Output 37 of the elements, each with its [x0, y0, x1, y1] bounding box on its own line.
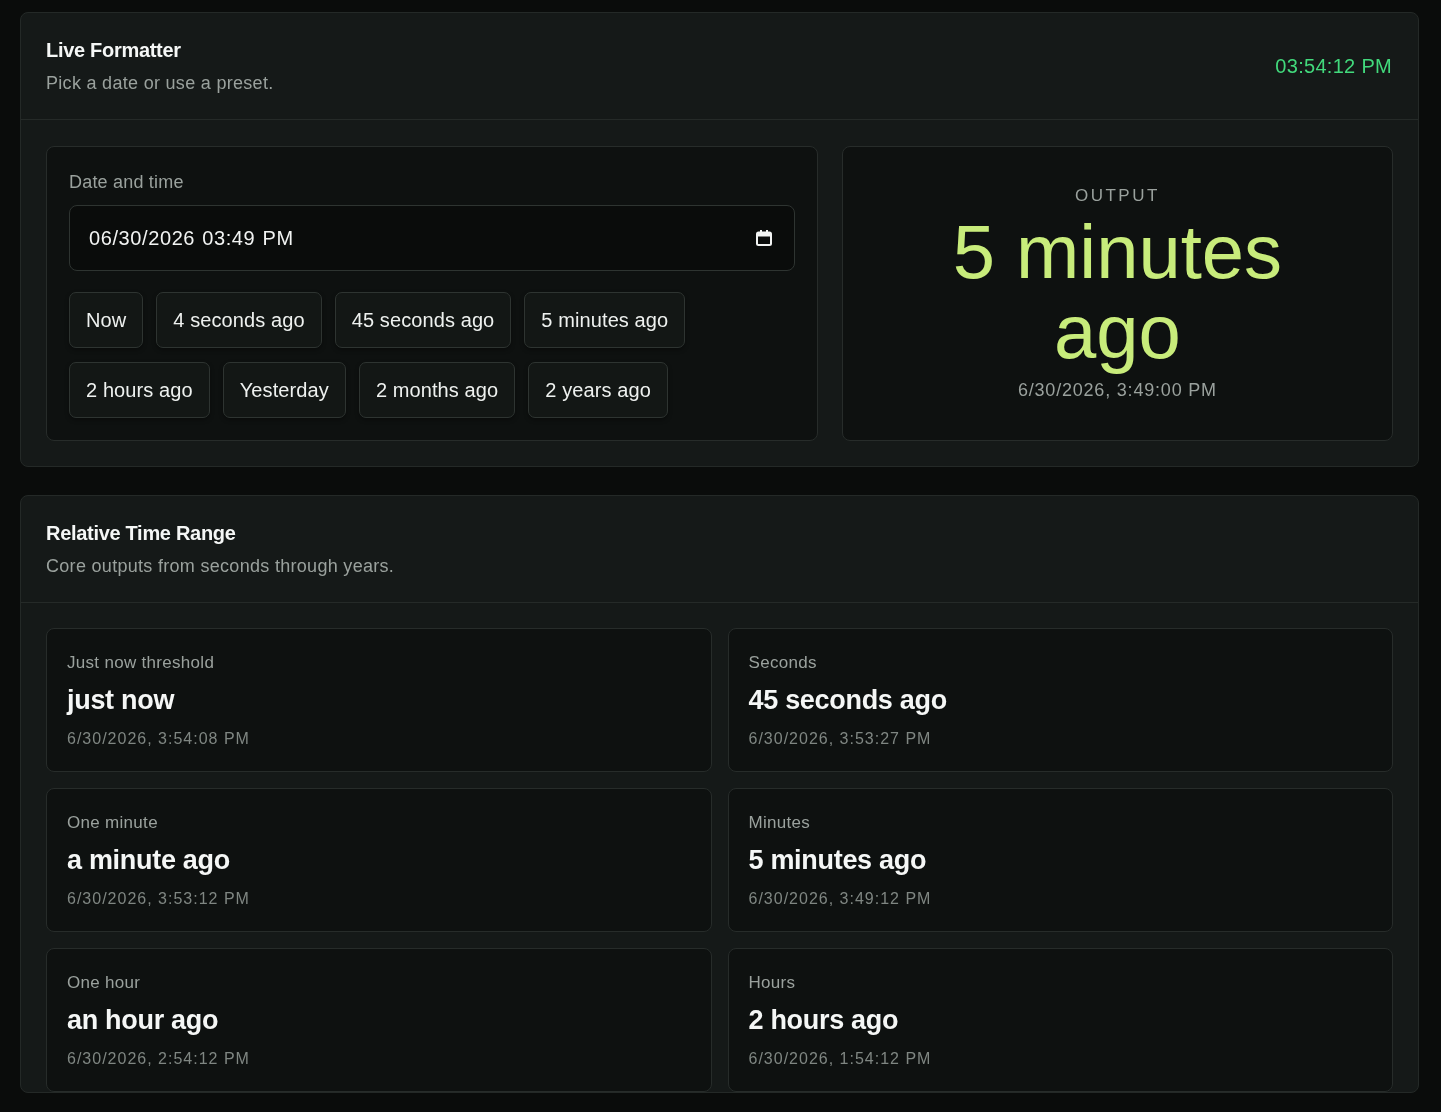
output-value: 5 minutes ago	[951, 212, 1284, 372]
preset-button[interactable]: 5 minutes ago	[524, 292, 686, 348]
example-label: Seconds	[748, 652, 817, 674]
example-label: Minutes	[748, 812, 811, 834]
card-subtitle: Core outputs from seconds through years.	[46, 555, 395, 578]
example-label: Just now threshold	[67, 652, 215, 674]
preset-button[interactable]: 2 hours ago	[69, 362, 210, 418]
relative-time-text: just now	[67, 684, 175, 716]
card-title: Live Formatter	[46, 38, 182, 62]
calendar-icon[interactable]	[754, 229, 773, 247]
preset-button[interactable]: 2 years ago	[528, 362, 668, 418]
example-timestamp: 6/30/2026, 2:54:12 PM	[67, 1049, 250, 1069]
preset-button[interactable]: 4 seconds ago	[156, 292, 322, 348]
example-timestamp: 6/30/2026, 3:54:08 PM	[67, 729, 250, 749]
example-label: Hours	[748, 972, 796, 994]
output-label: OUTPUT	[1074, 186, 1160, 206]
relative-time-text: 5 minutes ago	[748, 844, 927, 876]
example-timestamp: 6/30/2026, 3:53:12 PM	[67, 889, 250, 909]
example-label: One hour	[67, 972, 141, 994]
card-title: Relative Time Range	[46, 521, 237, 545]
preset-button[interactable]: Yesterday	[222, 362, 346, 418]
card-subtitle: Pick a date or use a preset.	[46, 72, 274, 95]
preset-button[interactable]: 45 seconds ago	[334, 292, 512, 348]
relative-time-text: an hour ago	[67, 1004, 219, 1036]
field-label: Date and time	[69, 171, 185, 193]
date-time-field[interactable]: 06/30/2026 03:49 PM	[69, 205, 795, 271]
output-timestamp: 6/30/2026, 3:49:00 PM	[1017, 380, 1217, 401]
example-timestamp: 6/30/2026, 3:53:27 PM	[748, 729, 932, 749]
live-clock: 03:54:12 PM	[1275, 55, 1392, 78]
relative-time-text: 45 seconds ago	[748, 684, 947, 716]
example-timestamp: 6/30/2026, 1:54:12 PM	[748, 1049, 932, 1069]
example-label: One minute	[67, 812, 158, 834]
example-timestamp: 6/30/2026, 3:49:12 PM	[748, 889, 932, 909]
relative-time-text: 2 hours ago	[748, 1004, 899, 1036]
relative-time-text: a minute ago	[67, 844, 230, 876]
preset-button[interactable]: Now	[69, 292, 144, 348]
preset-button[interactable]: 2 months ago	[358, 362, 516, 418]
